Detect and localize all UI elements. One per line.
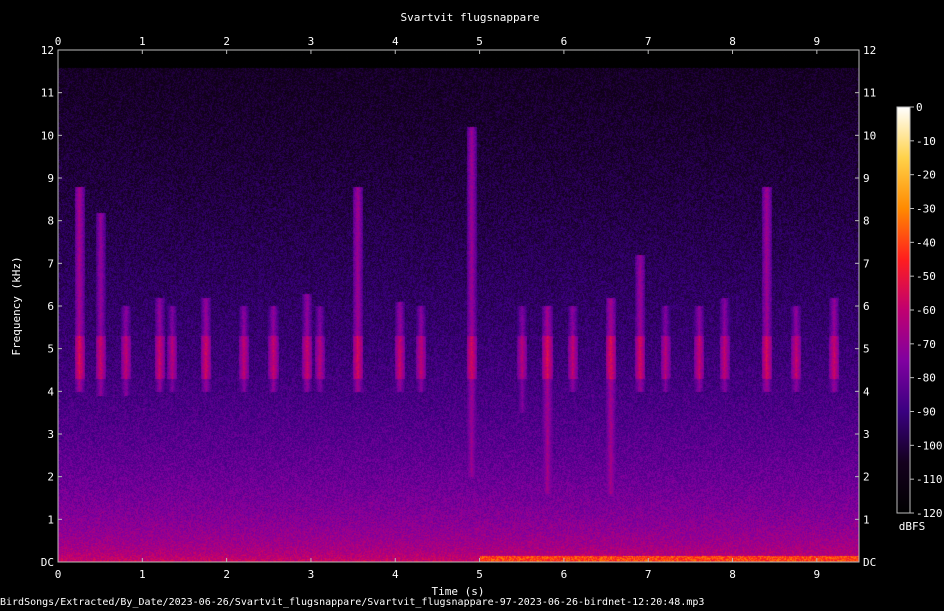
colorbar-tick-label: -110 — [916, 473, 943, 486]
y-tick-right-label: 1 — [863, 513, 870, 526]
y-tick-right-label: 9 — [863, 172, 870, 185]
y-tick-right-label: 2 — [863, 471, 870, 484]
y-tick-left-label: 2 — [47, 471, 54, 484]
x-tick-bottom-label: 3 — [308, 568, 315, 581]
colorbar-tick-label: -120 — [916, 507, 943, 520]
colorbar-tick-label: 0 — [916, 101, 923, 114]
colorbar-tick-label: -100 — [916, 439, 943, 452]
chart-title: Svartvit flugsnappare — [400, 11, 539, 24]
colorbar-tick-label: -90 — [916, 406, 936, 419]
x-tick-top-label: 2 — [223, 35, 230, 48]
colorbar-tick-label: -40 — [916, 236, 936, 249]
y-tick-left-label: 9 — [47, 172, 54, 185]
y-tick-left-label: DC — [41, 556, 54, 569]
chart-axes: Svartvit flugsnappare 0123456789 0123456… — [10, 11, 943, 598]
x-tick-bottom-label: 7 — [645, 568, 652, 581]
colorbar-tick-label: -50 — [916, 270, 936, 283]
x-tick-top-label: 4 — [392, 35, 399, 48]
x-tick-bottom-label: 8 — [729, 568, 736, 581]
y-tick-right-label: 4 — [863, 385, 870, 398]
x-tick-bottom-label: 4 — [392, 568, 399, 581]
y-tick-left-label: 7 — [47, 257, 54, 270]
x-tick-top-label: 0 — [55, 35, 62, 48]
y-tick-left-label: 1 — [47, 513, 54, 526]
y-axis-right: DC123456789101112 — [855, 44, 876, 569]
colorbar-tick-label: -60 — [916, 304, 936, 317]
y-tick-right-label: 12 — [863, 44, 876, 57]
y-tick-left-label: 3 — [47, 428, 54, 441]
colorbar-tick-label: -80 — [916, 372, 936, 385]
x-tick-bottom-label: 6 — [561, 568, 568, 581]
x-tick-bottom-label: 5 — [476, 568, 483, 581]
x-tick-bottom-label: 1 — [139, 568, 146, 581]
y-tick-right-label: 5 — [863, 343, 870, 356]
y-tick-right-label: 8 — [863, 215, 870, 228]
y-tick-left-label: 6 — [47, 300, 54, 313]
y-tick-right-label: 6 — [863, 300, 870, 313]
x-axis-bottom: 0 1 2 3 4 5 6 7 8 9 — [55, 558, 820, 581]
x-tick-top-label: 5 — [476, 35, 483, 48]
y-tick-left-label: 11 — [41, 87, 54, 100]
colorbar-tick-label: -10 — [916, 135, 936, 148]
x-tick-top-label: 1 — [139, 35, 146, 48]
y-tick-right-label: 3 — [863, 428, 870, 441]
y-tick-left-label: 10 — [41, 129, 54, 142]
plot-frame — [57, 49, 860, 563]
x-tick-top-label: 9 — [814, 35, 821, 48]
y-tick-left-label: 5 — [47, 343, 54, 356]
colorbar-tick-label: -30 — [916, 203, 936, 216]
y-tick-right-label: DC — [863, 556, 876, 569]
y-axis-left: DC123456789101112 — [41, 44, 62, 569]
y-tick-right-label: 11 — [863, 87, 876, 100]
x-tick-top-label: 3 — [308, 35, 315, 48]
x-tick-top-label: 8 — [729, 35, 736, 48]
colorbar-ticks: 0 -10 -20 -30 -40 -50 -60 -70 -80 -90 -100 -110 -120 — [910, 101, 943, 520]
x-axis-top: 0 1 2 3 4 5 6 7 8 9 — [55, 35, 820, 54]
y-tick-right-label: 7 — [863, 257, 870, 270]
x-tick-bottom-label: 9 — [814, 568, 821, 581]
spectrogram-chart: Svartvit flugsnappare 0123456789 0123456… — [0, 0, 944, 611]
x-tick-bottom-label: 0 — [55, 568, 62, 581]
y-axis-label: Frequency (kHz) — [10, 256, 23, 355]
colorbar-label: dBFS — [899, 520, 926, 533]
x-tick-top-label: 7 — [645, 35, 652, 48]
colorbar-tick-label: -70 — [916, 338, 936, 351]
y-tick-right-label: 10 — [863, 129, 876, 142]
file-path-footer: BirdSongs/Extracted/By_Date/2023-06-26/S… — [0, 597, 705, 608]
colorbar-tick-label: -20 — [916, 169, 936, 182]
y-tick-left-label: 12 — [41, 44, 54, 57]
colorbar — [896, 106, 911, 514]
x-tick-top-label: 6 — [561, 35, 568, 48]
y-tick-left-label: 8 — [47, 215, 54, 228]
x-tick-bottom-label: 2 — [223, 568, 230, 581]
y-tick-left-label: 4 — [47, 385, 54, 398]
